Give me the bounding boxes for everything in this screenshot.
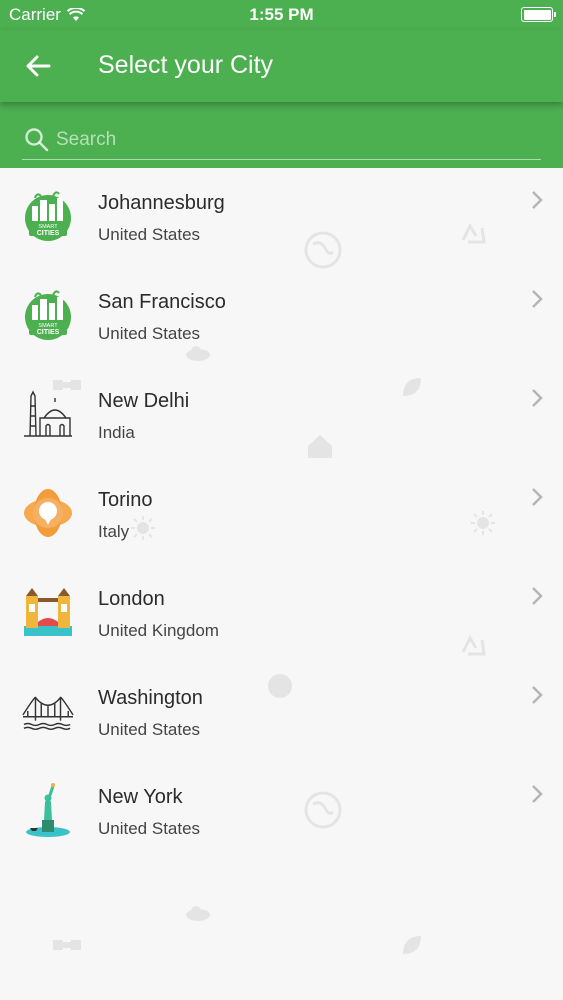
chevron-right-icon: [531, 388, 543, 414]
search-bar: [0, 102, 563, 168]
satellite-icon: [53, 940, 81, 950]
city-list: SMART CITIES Johannesburg United States …: [0, 168, 563, 861]
chevron-right-icon: [531, 784, 543, 810]
city-country: United Kingdom: [98, 621, 219, 640]
city-name: New York: [98, 786, 183, 808]
status-time: 1:55 PM: [249, 5, 314, 24]
battery-level: [523, 9, 551, 20]
city-country: United States: [98, 819, 201, 838]
battery-icon: [521, 7, 556, 22]
city-row-johannesburg[interactable]: SMART CITIES Johannesburg United States: [0, 168, 563, 267]
badge-line2: CITIES: [37, 329, 60, 336]
city-name: Washington: [98, 687, 203, 709]
city-country: Italy: [98, 522, 130, 541]
city-row-new-york[interactable]: New York United States: [0, 762, 563, 861]
page-title: Select your City: [98, 51, 274, 79]
city-name: Torino: [98, 489, 153, 511]
city-name: New Delhi: [98, 390, 190, 412]
statue-of-liberty-icon: [22, 783, 74, 837]
city-name: Johannesburg: [98, 192, 225, 214]
tower-bridge-icon: [22, 586, 74, 638]
qutub-minar-icon: [22, 388, 74, 440]
smart-cities-badge-icon: SMART CITIES: [22, 289, 74, 341]
smart-cities-badge-icon: SMART CITIES: [22, 190, 74, 242]
city-country: United States: [98, 225, 201, 244]
suspension-bridge-icon: [22, 685, 74, 737]
badge-line2: CITIES: [37, 230, 60, 237]
chevron-right-icon: [531, 190, 543, 216]
city-row-washington[interactable]: Washington United States: [0, 663, 563, 762]
search-icon: [24, 126, 52, 154]
arrow-left-icon: [26, 55, 51, 77]
chevron-right-icon: [531, 586, 543, 612]
city-row-torino[interactable]: Torino Italy: [0, 465, 563, 564]
chevron-right-icon: [531, 685, 543, 711]
city-row-london[interactable]: London United Kingdom: [0, 564, 563, 663]
app-bar: Select your City: [0, 30, 563, 102]
city-country: United States: [98, 720, 201, 739]
torino-logo-icon: [22, 487, 74, 539]
chevron-right-icon: [531, 289, 543, 315]
search-field: [22, 120, 541, 160]
city-row-san-francisco[interactable]: SMART CITIES San Francisco United States: [0, 267, 563, 366]
chevron-right-icon: [531, 487, 543, 513]
city-country: India: [98, 423, 135, 442]
city-country: United States: [98, 324, 201, 343]
leaf-icon: [403, 936, 421, 954]
city-row-new-delhi[interactable]: New Delhi India: [0, 366, 563, 465]
city-name: London: [98, 588, 165, 610]
search-input[interactable]: [56, 128, 516, 151]
cloud-icon: [186, 906, 210, 921]
city-name: San Francisco: [98, 291, 226, 313]
back-button[interactable]: [18, 48, 58, 84]
status-bar: Carrier 1:55 PM: [0, 0, 563, 30]
